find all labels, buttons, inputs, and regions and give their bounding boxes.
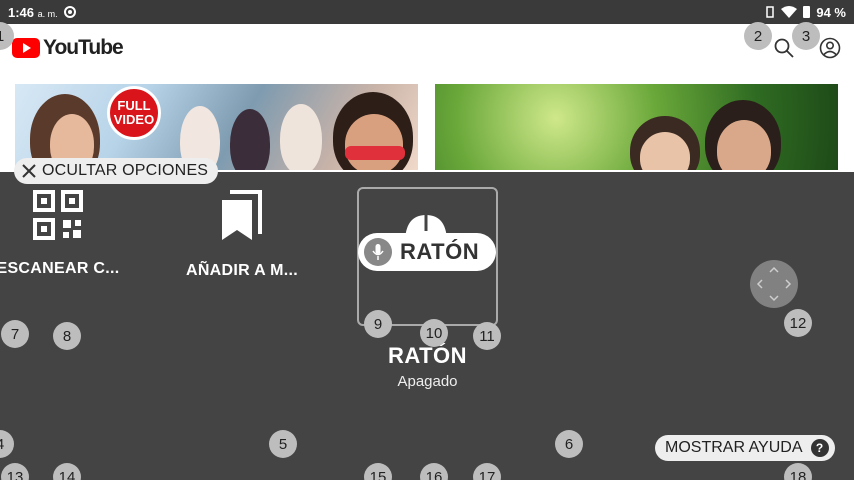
show-help-label: MOSTRAR AYUDA — [665, 439, 803, 456]
number-badge[interactable]: 5 — [269, 430, 297, 458]
show-help-button[interactable]: MOSTRAR AYUDA ? — [655, 435, 835, 461]
mouse-title: RATÓN — [387, 343, 468, 368]
account-icon — [819, 37, 841, 59]
thumbnail-face — [345, 114, 403, 170]
record-icon — [63, 6, 76, 18]
scan-qr-option[interactable]: ESCANEAR C... — [0, 190, 128, 278]
mouse-status: Apagado — [397, 373, 458, 390]
status-ampm: a. m. — [37, 8, 58, 19]
number-badge[interactable]: 3 — [792, 22, 820, 50]
mouse-voice-pill[interactable]: RATÓN — [358, 233, 496, 271]
sunglasses — [345, 146, 405, 160]
youtube-logo[interactable]: YouTube — [12, 36, 124, 60]
number-badge[interactable]: 10 — [420, 319, 448, 347]
hide-options-label: OCULTAR OPCIONES — [42, 162, 209, 179]
video-thumbnail[interactable] — [435, 84, 838, 170]
qr-code-icon — [33, 190, 83, 240]
bookmarks-icon — [222, 190, 262, 240]
status-bar: 1:46 a. m. 94 % — [0, 0, 854, 24]
battery-icon — [803, 6, 811, 18]
video-feed: FULL VIDEO — [0, 72, 854, 172]
wifi-icon — [781, 6, 798, 18]
scroll-dpad[interactable] — [750, 260, 798, 308]
dpad-arrows-icon — [756, 266, 792, 302]
number-badge[interactable]: 12 — [784, 309, 812, 337]
hide-options-button[interactable]: OCULTAR OPCIONES — [14, 158, 219, 184]
full-video-line2: VIDEO — [113, 112, 155, 127]
close-icon — [22, 164, 36, 178]
number-badge[interactable]: 9 — [364, 310, 392, 338]
youtube-header: YouTube — [0, 24, 854, 72]
scan-qr-label: ESCANEAR C... — [0, 260, 120, 277]
vibrate-icon — [766, 6, 775, 18]
help-icon: ? — [810, 439, 829, 457]
status-time: 1:46 a. m. — [8, 5, 58, 20]
mic-icon — [364, 238, 392, 266]
status-time-value: 1:46 — [8, 4, 35, 20]
youtube-play-icon — [12, 38, 40, 58]
add-to-label: AÑADIR A M... — [185, 262, 299, 279]
youtube-wordmark: YouTube — [43, 36, 124, 59]
full-video-badge: FULL VIDEO — [107, 86, 161, 140]
status-left: 1:46 a. m. — [8, 5, 76, 20]
add-to-option[interactable]: AÑADIR A M... — [172, 190, 312, 280]
number-badge[interactable]: 7 — [1, 320, 29, 348]
thumbnail-person — [280, 104, 322, 170]
full-video-line1: FULL — [117, 98, 151, 113]
status-right: 94 % — [765, 5, 846, 20]
mouse-pill-label: RATÓN — [400, 239, 480, 264]
number-badge[interactable]: 2 — [744, 22, 772, 50]
thumbnail-person — [230, 109, 270, 170]
number-badge[interactable]: 11 — [473, 322, 501, 350]
account-button[interactable] — [818, 36, 842, 60]
battery-level: 94 % — [816, 4, 846, 20]
number-badge[interactable]: 6 — [555, 430, 583, 458]
number-badge[interactable]: 8 — [53, 322, 81, 350]
